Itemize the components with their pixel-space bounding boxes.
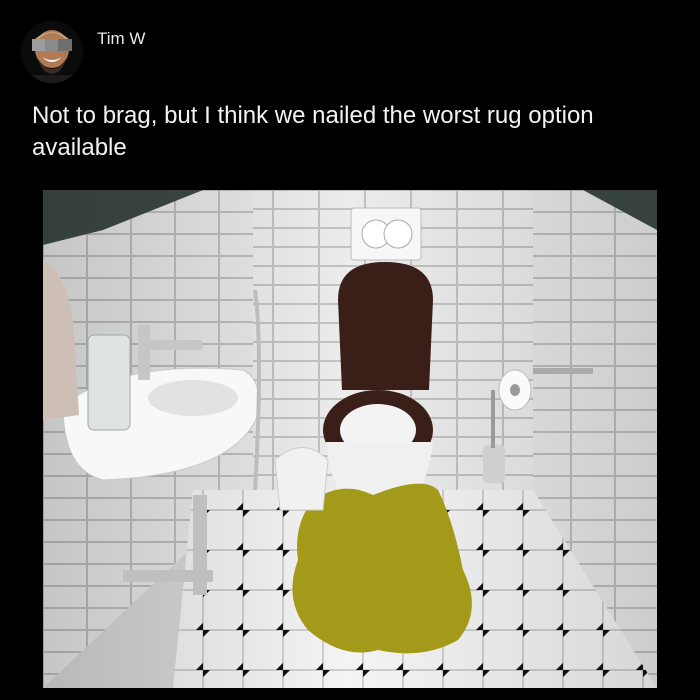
- post-photo[interactable]: [43, 190, 657, 688]
- author-name[interactable]: Tim W: [97, 29, 145, 49]
- avatar-face-icon: [21, 21, 83, 83]
- bathroom-photo: [43, 190, 657, 688]
- post-header: Tim W: [21, 20, 145, 84]
- tweet-text: Not to brag, but I think we nailed the w…: [32, 102, 594, 161]
- avatar[interactable]: [21, 21, 83, 83]
